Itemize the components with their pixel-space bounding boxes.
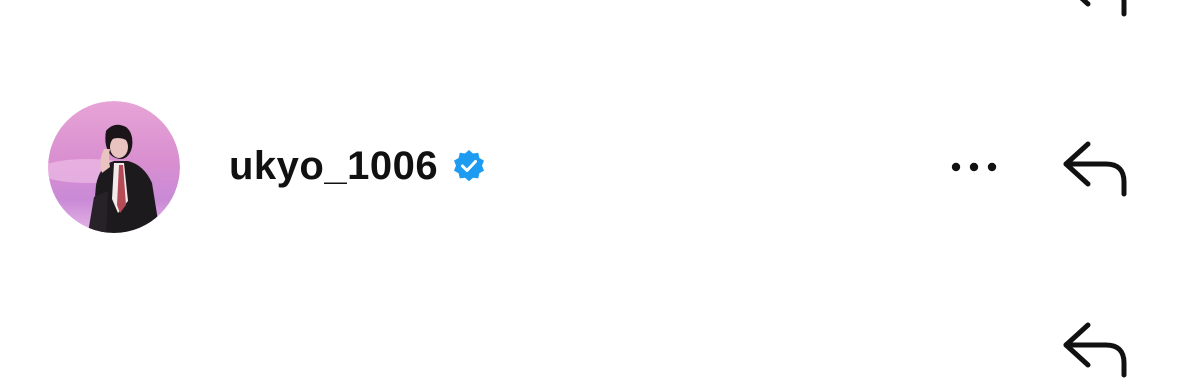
reply-arrow-icon [1063, 141, 1127, 197]
avatar[interactable] [48, 101, 180, 233]
comment-row: ukyo_1006 [0, 100, 1179, 234]
reply-icon-previous-row[interactable] [1058, 0, 1132, 18]
reply-arrow-icon [1079, 0, 1127, 17]
verified-badge-icon [454, 150, 485, 182]
profile-photo-icon [48, 101, 180, 233]
more-options-button[interactable] [948, 154, 1000, 180]
reply-arrow-icon [1063, 322, 1127, 378]
username-container: ukyo_1006 [229, 140, 486, 192]
more-horizontal-icon [951, 162, 997, 172]
username[interactable]: ukyo_1006 [229, 144, 438, 189]
reply-icon-next-row[interactable] [1058, 317, 1132, 379]
reply-button[interactable] [1058, 136, 1132, 198]
